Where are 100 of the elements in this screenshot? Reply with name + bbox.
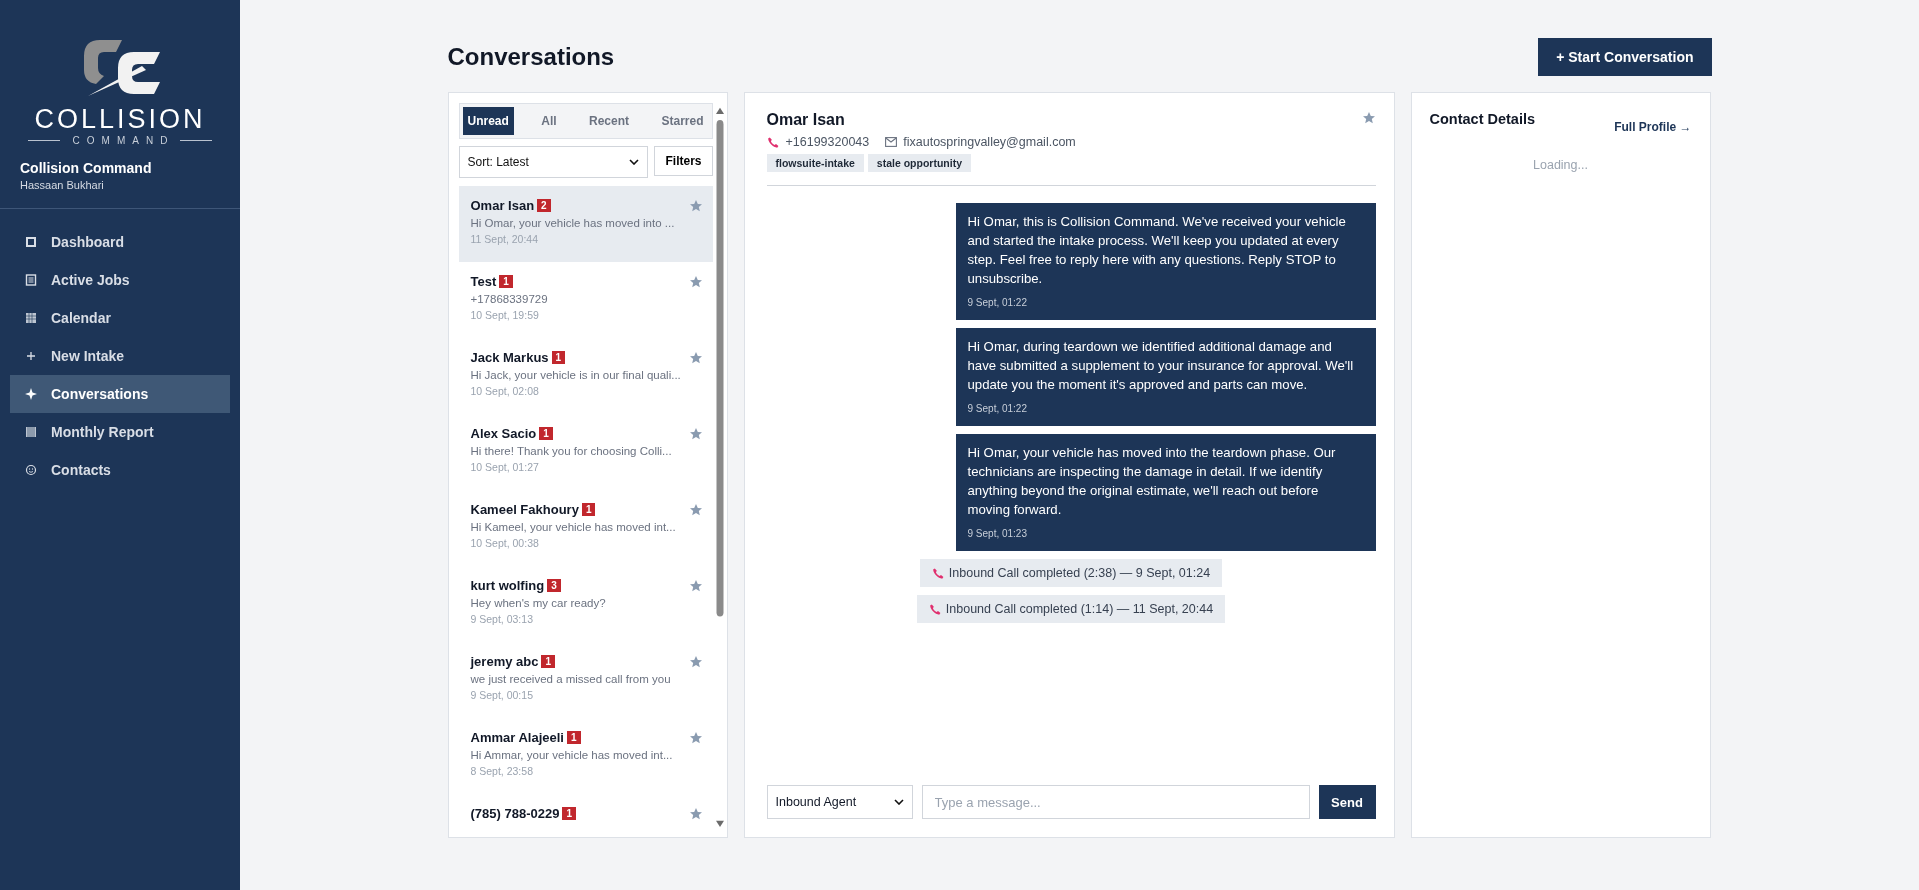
full-profile-link[interactable]: Full Profile → xyxy=(1614,120,1692,134)
contact-tag: flowsuite-intake xyxy=(766,154,864,172)
contact-name: Ammar Alajeeli xyxy=(470,730,564,745)
message-input[interactable]: Type a message... xyxy=(921,785,1310,819)
timestamp: 11 Sept, 20:44 xyxy=(470,233,540,245)
unread-badge: 1 xyxy=(541,655,555,668)
phone-icon xyxy=(928,602,942,616)
star-icon[interactable] xyxy=(688,730,703,745)
nav-item[interactable]: Dashboard xyxy=(10,223,230,261)
conversation-item[interactable]: Ammar Alajeeli 1 Hi Ammar, your vehicle has moved int... 8 Sept, 23:58 xyxy=(458,718,713,794)
face-icon xyxy=(24,463,38,477)
filter-tab[interactable]: Starred xyxy=(656,107,709,135)
unread-badge: 1 xyxy=(539,427,553,440)
unread-badge: 1 xyxy=(566,731,581,744)
grid-icon xyxy=(24,311,38,325)
unread-badge: 3 xyxy=(547,579,561,592)
organization-name: Collision Command xyxy=(20,160,153,176)
call-log-text: Inbound Call completed (1:14) — 11 Sept, 20:44 xyxy=(945,602,1214,616)
user-name: Hassaan Bukhari xyxy=(20,179,105,191)
message-preview: Hi Omar, your vehicle has moved into ... xyxy=(470,217,676,229)
timestamp: 10 Sept, 00:38 xyxy=(470,537,540,549)
list-icon xyxy=(24,273,38,287)
filter-tab[interactable]: All xyxy=(536,107,562,135)
timestamp: 10 Sept, 19:59 xyxy=(470,309,540,321)
message-preview: we just received a missed call from you xyxy=(470,673,672,685)
message-preview: Hi Jack, your vehicle is in our final quali... xyxy=(470,369,682,381)
email-address: fixautospringvalley@gmail.com xyxy=(903,135,1076,149)
conversation-item[interactable]: Test 1 +17868339729 10 Sept, 19:59 xyxy=(458,262,713,338)
mail-icon xyxy=(885,137,898,147)
nav-item[interactable]: Calendar xyxy=(10,299,230,337)
square-icon xyxy=(24,235,38,249)
message-preview: Hi there! Thank you for choosing Colli... xyxy=(470,445,673,457)
filter-tab[interactable]: Unread xyxy=(462,107,514,135)
unread-badge: 1 xyxy=(562,807,576,820)
filters-button[interactable]: Filters xyxy=(654,146,713,176)
star-icon[interactable] xyxy=(688,578,703,593)
conversation-item[interactable]: jeremy abc 1 we just received a missed call from you 9 Sept, 00:15 xyxy=(458,642,713,718)
filter-tab[interactable]: Recent xyxy=(584,107,635,135)
contact-name: Omar Isan xyxy=(470,198,535,213)
message-text: Hi Omar, this is Collision Command. We've received your vehicle and started the intake process. We'll keep you updated at every step. Feel free to reply here with any questions. Reply STOP to unsubscribe. xyxy=(967,213,1347,288)
message-preview: +17868339729 xyxy=(470,293,549,305)
start-conversation-button[interactable]: + Start Conversation xyxy=(1538,38,1712,76)
page-title: Conversations xyxy=(447,43,615,71)
contact-name: (785) 788-0229 xyxy=(470,806,560,821)
conversation-item[interactable]: Omar Isan 2 Hi Omar, your vehicle has moved into ... 11 Sept, 20:44 xyxy=(458,186,713,262)
star-icon[interactable] xyxy=(688,654,703,669)
call-log-text: Inbound Call completed (2:38) — 9 Sept, 01:24 xyxy=(948,566,1211,580)
unread-badge: 2 xyxy=(537,199,551,212)
message-text: Hi Omar, during teardown we identified additional damage and have submitted a supplement to your insurance for approval. We'll update you the moment it's approved and parts can move. xyxy=(967,338,1355,394)
star-icon[interactable] xyxy=(688,198,703,213)
star-icon[interactable] xyxy=(688,350,703,365)
logo-wordmark: COLLISION xyxy=(34,104,206,134)
conversation-item[interactable]: Kameel Fakhoury 1 Hi Kameel, your vehicle has moved int... 10 Sept, 00:38 xyxy=(458,490,713,566)
contact-tag: stale opportunity xyxy=(867,154,972,172)
unread-badge: 1 xyxy=(581,503,596,516)
conversation-item[interactable]: Alex Sacio 1 Hi there! Thank you for choosing Colli... 10 Sept, 01:27 xyxy=(458,414,713,490)
timestamp: 10 Sept, 01:27 xyxy=(470,461,540,473)
message-time: 9 Sept, 01:23 xyxy=(967,527,1028,541)
sort-dropdown[interactable]: Sort: Latest xyxy=(458,146,649,178)
panel-title: Contact Details xyxy=(1429,111,1536,127)
contact-name: Jack Markus xyxy=(470,350,549,365)
message-preview: Hey when's my car ready? xyxy=(470,597,607,609)
loading-text: Loading... xyxy=(1532,158,1589,172)
contact-name: kurt wolfing xyxy=(470,578,545,593)
star-icon[interactable] xyxy=(688,426,703,441)
nav-item[interactable]: Contacts xyxy=(10,451,230,489)
caret-icon xyxy=(893,799,904,805)
send-button[interactable]: Send xyxy=(1318,785,1376,819)
message-preview: Hi Ammar, your vehicle has moved int... xyxy=(470,749,674,761)
contact-name: Alex Sacio xyxy=(470,426,537,441)
conversation-item[interactable]: Jack Markus 1 Hi Jack, your vehicle is in our final quali... 10 Sept, 02:08 xyxy=(458,338,713,414)
star-icon[interactable] xyxy=(688,274,703,289)
phone-icon xyxy=(931,566,945,580)
message-preview: Hi Kameel, your vehicle has moved int... xyxy=(470,521,677,533)
star-icon[interactable] xyxy=(688,806,703,821)
unread-badge: 1 xyxy=(551,351,566,364)
bars-icon xyxy=(24,425,38,439)
sparkle-icon xyxy=(24,387,38,401)
nav-item[interactable]: Monthly Report xyxy=(10,413,230,451)
timestamp: 9 Sept, 00:15 xyxy=(470,689,534,701)
star-icon[interactable] xyxy=(1361,111,1376,125)
nav-item[interactable]: Active Jobs xyxy=(10,261,230,299)
phone-number: +16199320043 xyxy=(785,135,870,149)
message-time: 9 Sept, 01:22 xyxy=(967,296,1028,310)
star-icon[interactable] xyxy=(688,502,703,517)
agent-dropdown[interactable]: Inbound Agent xyxy=(766,785,913,819)
plus-icon xyxy=(24,349,38,363)
timestamp: 9 Sept, 03:13 xyxy=(470,613,534,625)
timestamp: 8 Sept, 23:58 xyxy=(470,765,534,777)
nav-item[interactable]: New Intake xyxy=(10,337,230,375)
contact-name: Test xyxy=(470,274,497,289)
nav-item[interactable]: Conversations xyxy=(10,375,230,413)
phone-icon xyxy=(766,135,780,149)
conversation-item[interactable]: kurt wolfing 3 Hey when's my car ready? 9 Sept, 03:13 xyxy=(458,566,713,642)
message-time: 9 Sept, 01:22 xyxy=(967,402,1028,416)
timestamp: 10 Sept, 02:08 xyxy=(470,385,540,397)
contact-name: jeremy abc xyxy=(470,654,539,669)
conversation-item[interactable]: (785) 788-0229 1 xyxy=(458,794,713,837)
contact-name: Kameel Fakhoury xyxy=(470,502,579,517)
contact-name: Omar Isan xyxy=(766,111,846,129)
